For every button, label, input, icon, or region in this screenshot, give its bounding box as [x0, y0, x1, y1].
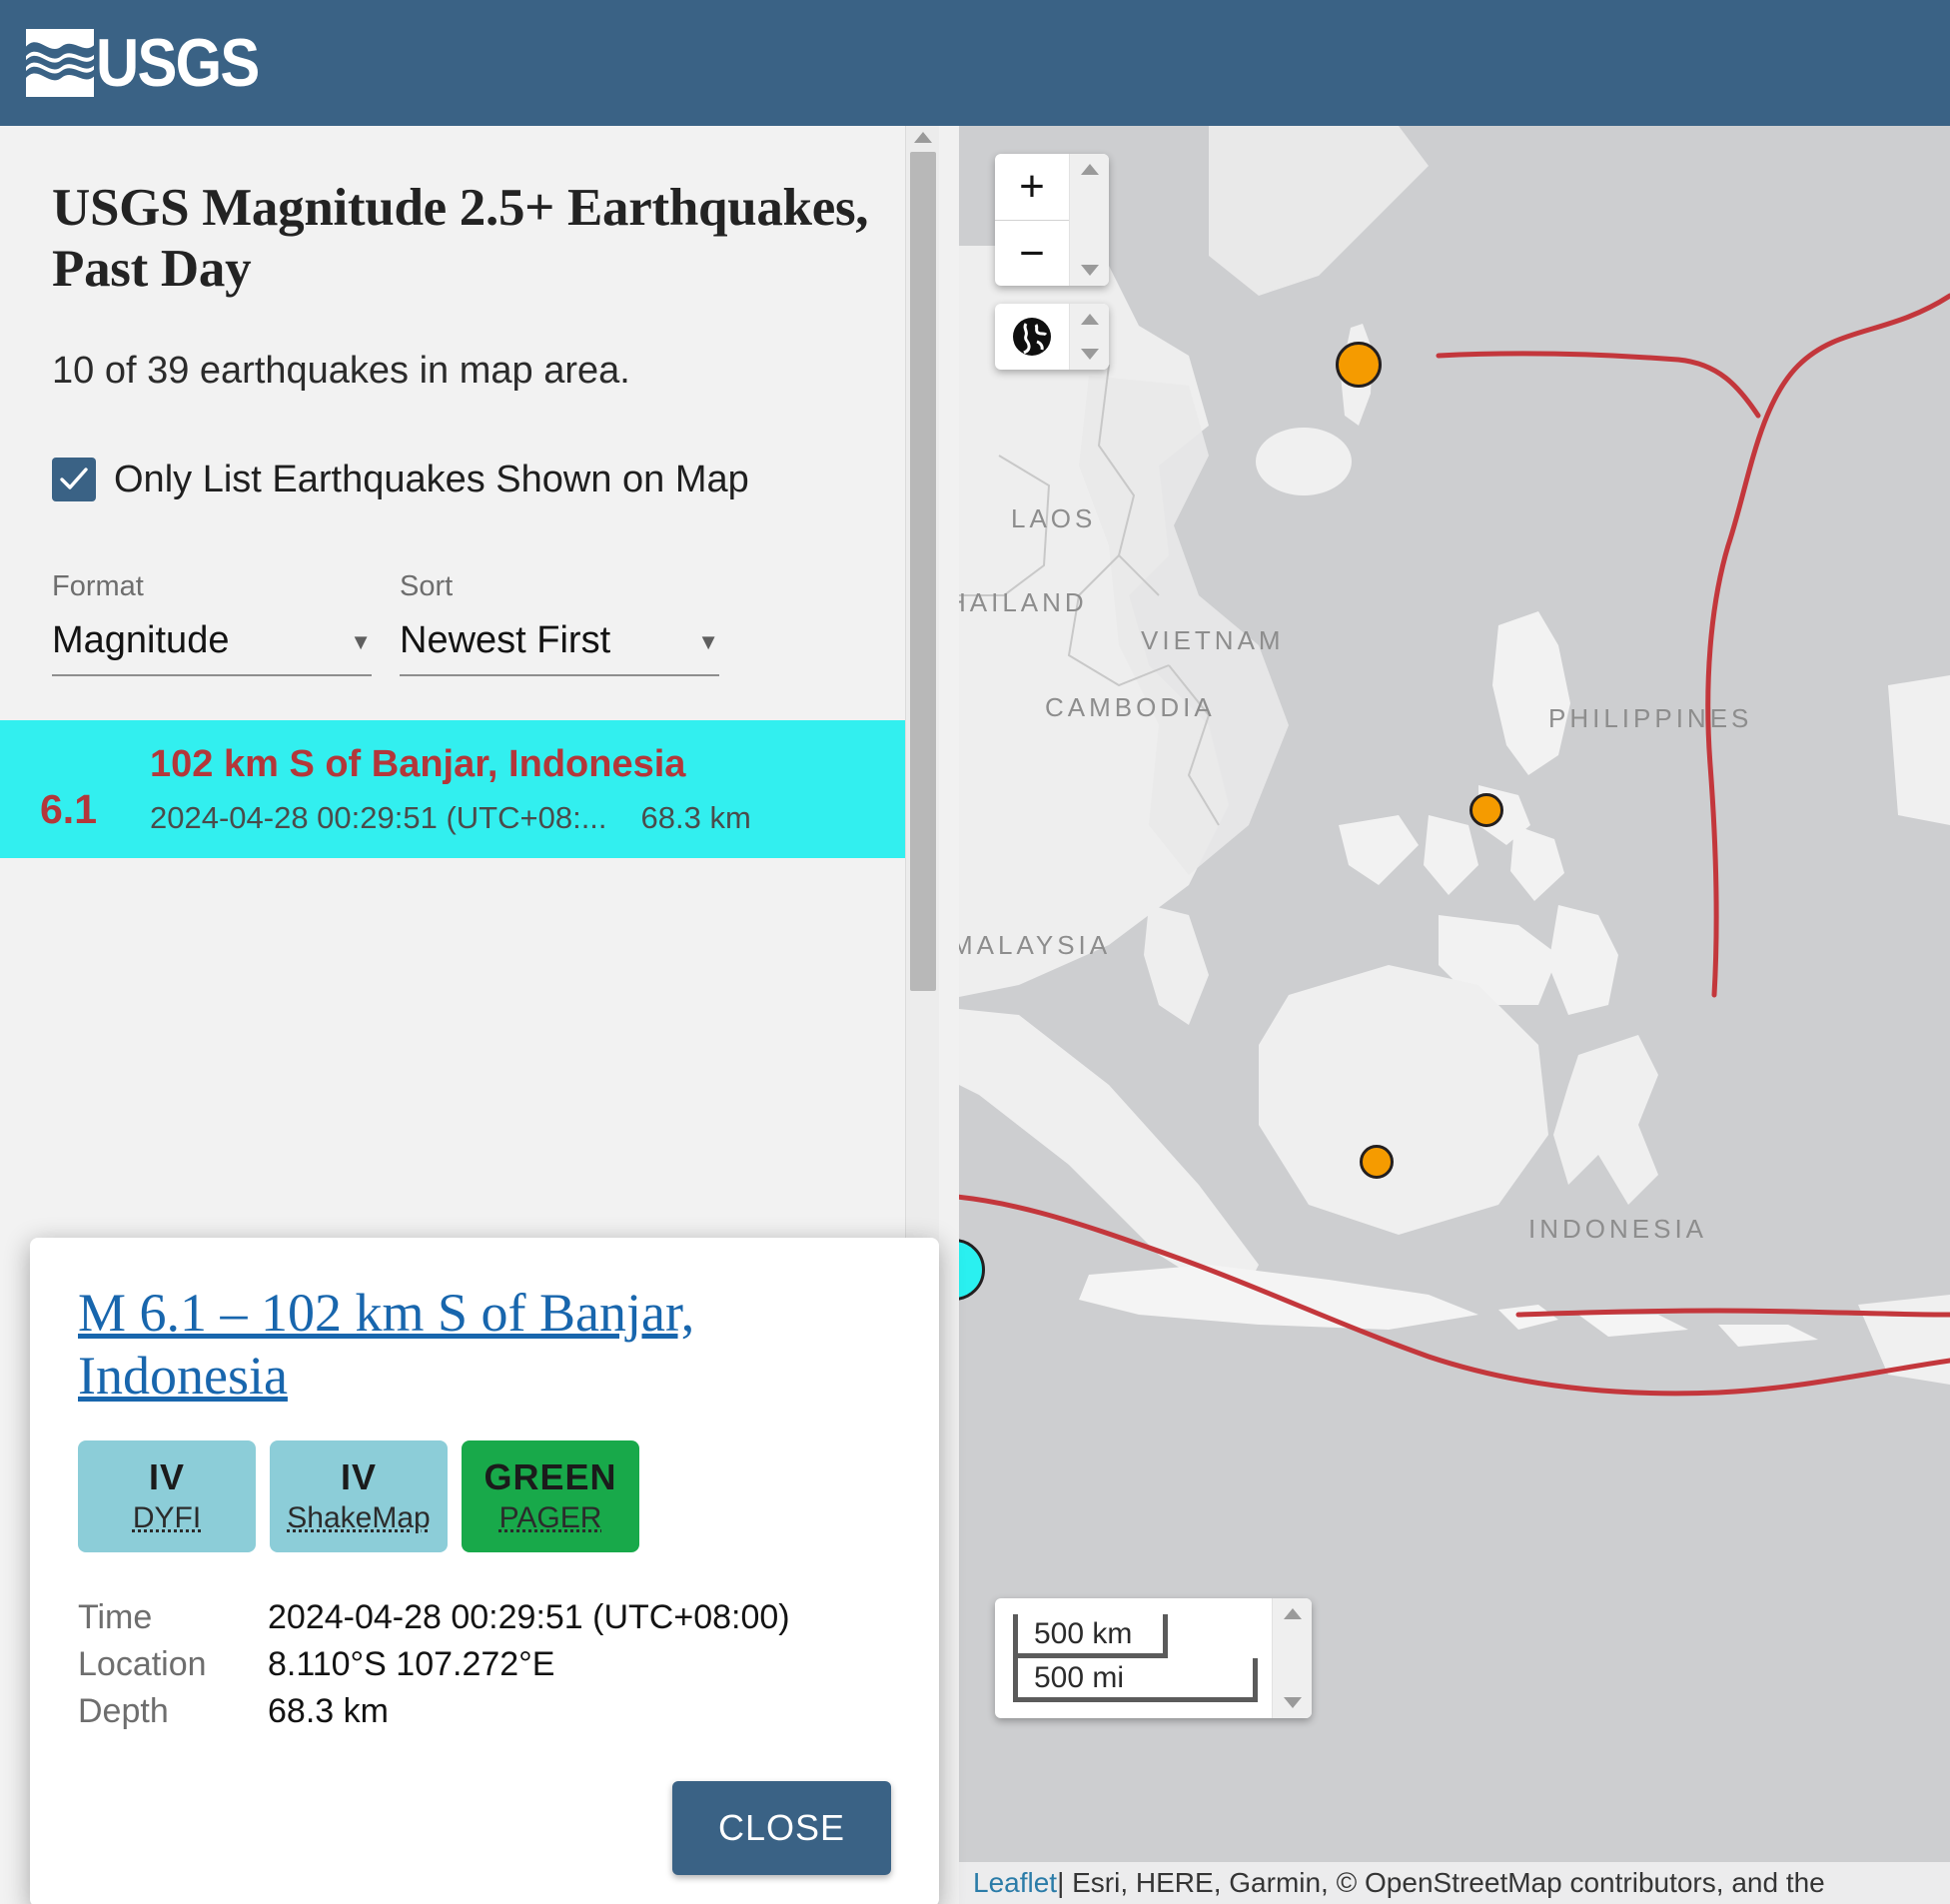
detail-key-location: Location	[78, 1645, 207, 1684]
scroll-up-arrow-icon[interactable]	[1284, 1608, 1302, 1619]
dyfi-badge-value: IV	[148, 1456, 185, 1498]
scroll-down-arrow-icon[interactable]	[1081, 349, 1099, 360]
scroll-up-arrow-icon[interactable]	[914, 132, 932, 143]
earthquake-detail-popup: M 6.1 – 102 km S of Banjar, Indonesia IV…	[30, 1238, 939, 1904]
leaflet-link[interactable]: Leaflet	[973, 1867, 1057, 1899]
scroll-down-arrow-icon[interactable]	[1284, 1697, 1302, 1708]
map-attribution: Leaflet | Esri, HERE, Garmin, © OpenStre…	[959, 1862, 1950, 1904]
only-list-shown-checkbox-row[interactable]: Only List Earthquakes Shown on Map	[52, 451, 887, 509]
quake-marker-taiwan[interactable]	[1336, 342, 1382, 388]
scroll-up-arrow-icon[interactable]	[1081, 164, 1099, 175]
popup-detail-table: Time 2024-04-28 00:29:51 (UTC+08:00) Loc…	[78, 1594, 891, 1735]
basemap-control-scrollbar[interactable]	[1069, 304, 1109, 370]
minus-icon: −	[1019, 228, 1045, 278]
zoom-in-button[interactable]: +	[995, 154, 1069, 220]
list-item-time: 2024-04-28 00:29:51 (UTC+08:...	[150, 800, 607, 836]
popup-badge-row: IV DYFI IV ShakeMap GREEN PAGER	[78, 1440, 891, 1553]
list-item-magnitude: 6.1	[40, 786, 97, 833]
only-list-shown-checkbox[interactable]	[52, 457, 96, 501]
format-value: Magnitude	[52, 619, 230, 662]
quake-marker-philippines[interactable]	[1469, 793, 1503, 827]
detail-value-time: 2024-04-28 00:29:51 (UTC+08:00)	[268, 1598, 790, 1637]
attribution-text: | Esri, HERE, Garmin, © OpenStreetMap co…	[1057, 1867, 1825, 1898]
zoom-control-scrollbar[interactable]	[1069, 154, 1109, 286]
map-scale-control: 500 km 500 mi	[995, 1598, 1312, 1718]
sidebar-scrollbar-thumb[interactable]	[910, 152, 936, 991]
leaflet-map[interactable]: LAOS HAILAND VIETNAM CAMBODIA PHILIPPINE…	[959, 126, 1950, 1904]
list-item[interactable]: 6.1 102 km S of Banjar, Indonesia 2024-0…	[0, 720, 939, 859]
detail-key-depth: Depth	[78, 1692, 169, 1731]
chevron-down-icon: ▼	[697, 629, 719, 655]
sort-select[interactable]: Sort Newest First ▼	[400, 570, 719, 677]
quake-marker-sulawesi[interactable]	[1360, 1145, 1394, 1179]
format-label: Format	[52, 570, 144, 603]
check-icon	[60, 468, 88, 489]
scale-mi-label: 500 mi	[1018, 1658, 1258, 1702]
scroll-down-arrow-icon[interactable]	[1081, 265, 1099, 276]
usgs-earthquake-map-page: USGS USGS Magnitude 2.5+ Earthquakes, Pa…	[0, 0, 1950, 1904]
shakemap-badge[interactable]: IV ShakeMap	[270, 1440, 448, 1553]
shakemap-badge-label: ShakeMap	[287, 1501, 431, 1535]
zoom-out-button[interactable]: −	[995, 220, 1069, 286]
pager-badge-value: GREEN	[484, 1456, 617, 1498]
scroll-up-arrow-icon[interactable]	[1081, 314, 1099, 325]
close-button[interactable]: CLOSE	[671, 1781, 891, 1876]
earthquake-count-text: 10 of 39 earthquakes in map area.	[52, 349, 630, 392]
dyfi-badge-label: DYFI	[132, 1501, 202, 1535]
basemap-layers-control[interactable]	[995, 304, 1109, 370]
detail-value-location: 8.110°S 107.272°E	[268, 1645, 555, 1684]
list-controls: Format Magnitude ▼ Sort Newest First ▼	[52, 570, 887, 677]
shakemap-badge-value: IV	[340, 1456, 377, 1498]
usgs-logo-text: USGS	[96, 25, 260, 101]
detail-row-depth: Depth 68.3 km	[78, 1688, 891, 1735]
basemap-button[interactable]	[995, 304, 1069, 370]
pager-badge[interactable]: GREEN PAGER	[462, 1440, 639, 1553]
sort-value: Newest First	[400, 619, 611, 662]
only-list-shown-label: Only List Earthquakes Shown on Map	[114, 458, 749, 500]
scale-control-scrollbar[interactable]	[1272, 1598, 1312, 1718]
usgs-logo[interactable]: USGS	[26, 29, 281, 97]
detail-key-time: Time	[78, 1598, 153, 1637]
popup-title-link[interactable]: M 6.1 – 102 km S of Banjar, Indonesia	[78, 1282, 891, 1407]
plus-icon: +	[1019, 162, 1045, 211]
list-item-depth: 68.3 km	[640, 800, 751, 836]
dyfi-badge[interactable]: IV DYFI	[78, 1440, 256, 1553]
chevron-down-icon: ▼	[350, 629, 372, 655]
globe-icon	[1013, 318, 1051, 356]
detail-row-location: Location 8.110°S 107.272°E	[78, 1641, 891, 1688]
earthquake-list: 6.1 102 km S of Banjar, Indonesia 2024-0…	[0, 720, 939, 859]
detail-row-time: Time 2024-04-28 00:29:51 (UTC+08:00)	[78, 1594, 891, 1641]
scale-km-label: 500 km	[1018, 1614, 1168, 1658]
usgs-header-bar: USGS	[0, 0, 1950, 126]
usgs-wave-logo-icon	[26, 29, 94, 97]
popup-actions: CLOSE	[78, 1781, 891, 1876]
pager-badge-label: PAGER	[498, 1501, 602, 1535]
map-zoom-control[interactable]: + −	[995, 154, 1109, 286]
detail-value-depth: 68.3 km	[268, 1692, 389, 1731]
sort-label: Sort	[400, 570, 454, 603]
format-select[interactable]: Format Magnitude ▼	[52, 570, 372, 677]
list-item-place: 102 km S of Banjar, Indonesia	[150, 743, 686, 786]
main-body: USGS Magnitude 2.5+ Earthquakes, Past Da…	[0, 126, 1950, 1904]
page-title: USGS Magnitude 2.5+ Earthquakes, Past Da…	[52, 179, 869, 299]
